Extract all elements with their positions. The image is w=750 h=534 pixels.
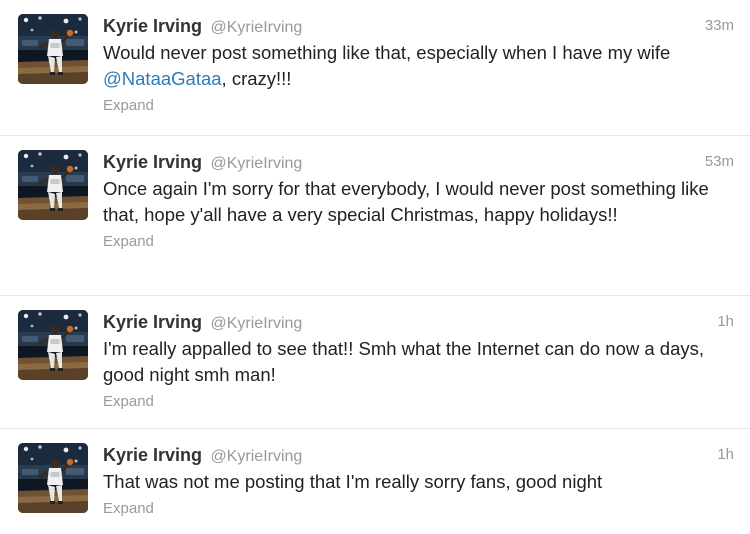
tweet-timestamp[interactable]: 1h	[717, 309, 734, 335]
tweet-content: Kyrie Irving @KyrieIrving 33m Would neve…	[103, 13, 734, 116]
avatar[interactable]	[18, 150, 88, 220]
author-name[interactable]: Kyrie Irving	[103, 445, 202, 465]
tweet-text-part: Would never post something like that, es…	[103, 42, 671, 63]
tweet-content: Kyrie Irving @KyrieIrving 1h That was no…	[103, 442, 734, 519]
tweet-text-part: , crazy!!!	[221, 68, 292, 89]
tweet-item[interactable]: Kyrie Irving @KyrieIrving 33m Would neve…	[0, 0, 750, 136]
tweet-text: That was not me posting that I'm really …	[103, 471, 603, 492]
tweet-timestamp[interactable]: 53m	[705, 149, 734, 175]
tweet-timestamp[interactable]: 33m	[705, 13, 734, 39]
avatar[interactable]	[18, 14, 88, 84]
author-handle[interactable]: @KyrieIrving	[211, 155, 303, 172]
profile-photo-icon	[18, 150, 88, 220]
tweet-item[interactable]: Kyrie Irving @KyrieIrving 1h That was no…	[0, 429, 750, 534]
tweet-feed: Kyrie Irving @KyrieIrving 33m Would neve…	[0, 0, 750, 534]
tweet-header: Kyrie Irving @KyrieIrving 53m	[103, 149, 734, 175]
tweet-content: Kyrie Irving @KyrieIrving 1h I'm really …	[103, 309, 734, 412]
profile-photo-icon	[18, 310, 88, 380]
tweet-text: Would never post something like that, es…	[103, 40, 734, 92]
tweet-item[interactable]: Kyrie Irving @KyrieIrving 53m Once again…	[0, 136, 750, 296]
author-handle[interactable]: @KyrieIrving	[211, 315, 303, 332]
mention-link[interactable]: @NataaGataa	[103, 68, 222, 89]
profile-photo-icon	[18, 14, 88, 84]
tweet-text: I'm really appalled to see that!! Smh wh…	[103, 338, 705, 385]
author-handle[interactable]: @KyrieIrving	[211, 448, 303, 465]
expand-link[interactable]: Expand	[103, 499, 734, 519]
tweet-header: Kyrie Irving @KyrieIrving 1h	[103, 442, 734, 468]
author-name[interactable]: Kyrie Irving	[103, 312, 202, 332]
tweet-item[interactable]: Kyrie Irving @KyrieIrving 1h I'm really …	[0, 296, 750, 429]
tweet-content: Kyrie Irving @KyrieIrving 53m Once again…	[103, 149, 734, 252]
avatar[interactable]	[18, 443, 88, 513]
author-handle[interactable]: @KyrieIrving	[211, 19, 303, 36]
author-name[interactable]: Kyrie Irving	[103, 152, 202, 172]
tweet-timestamp[interactable]: 1h	[717, 442, 734, 468]
author-name[interactable]: Kyrie Irving	[103, 16, 202, 36]
expand-link[interactable]: Expand	[103, 96, 734, 116]
profile-photo-icon	[18, 443, 88, 513]
expand-link[interactable]: Expand	[103, 392, 734, 412]
tweet-text: Once again I'm sorry for that everybody,…	[103, 178, 709, 225]
expand-link[interactable]: Expand	[103, 232, 734, 252]
tweet-header: Kyrie Irving @KyrieIrving 1h	[103, 309, 734, 335]
tweet-header: Kyrie Irving @KyrieIrving 33m	[103, 13, 734, 39]
avatar[interactable]	[18, 310, 88, 380]
